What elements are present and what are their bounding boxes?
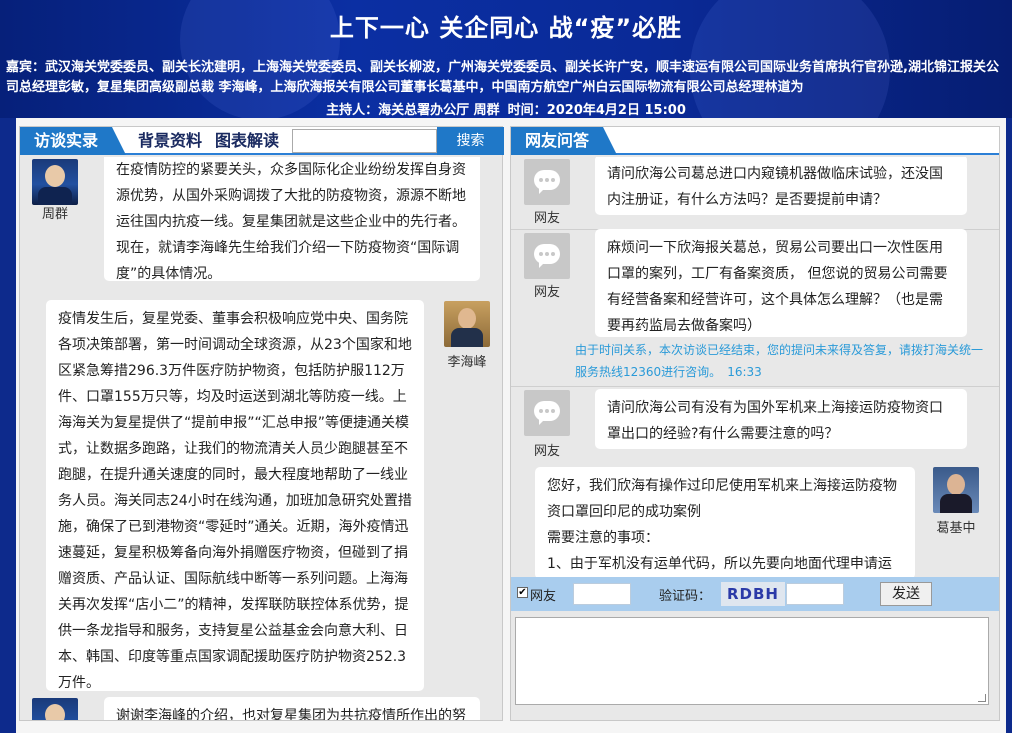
time-label: 时间：: [507, 103, 547, 118]
chat-bubble-icon: [534, 244, 560, 268]
captcha-label: 验证码：: [659, 589, 712, 604]
tab-netizen-qa[interactable]: 网友问答: [511, 127, 618, 155]
guest-avatar: [933, 467, 979, 513]
search-input[interactable]: [292, 129, 437, 153]
chat-bubble-icon: [534, 401, 560, 425]
host-name: 海关总署办公厅 周群: [378, 103, 500, 118]
send-button[interactable]: 发送: [880, 582, 932, 606]
speaker-name: 网友: [533, 444, 560, 459]
qa-panel: 网友问答 网友 请问欣海公司葛总进口内窥镜机器做临床试验，还没国内注册证，有什么…: [510, 126, 1000, 721]
question-bubble: 麻烦问一下欣海报关葛总，贸易公司要出口一次性医用口罩的案列，工厂有备案资质， 但…: [595, 229, 967, 337]
chat-bubble-icon: [534, 170, 560, 194]
message-bubble: 谢谢李海峰的介绍，也对复星集团为共抗疫情所作出的努力表示衷心的感谢。我们知道，在…: [104, 697, 480, 720]
time-value: 2020年4月2日 15:00: [546, 103, 686, 118]
speaker-name: 网友: [533, 211, 560, 226]
transcript-scroll-area[interactable]: 周群 在疫情防控的紧要关头，众多国际化企业纷纷发挥自身资源优势，从国外采购调拨了…: [20, 157, 502, 720]
netizen-avatar: [524, 159, 570, 205]
netizen-checkbox-label: 网友: [530, 589, 557, 604]
speaker-name: 李海峰: [447, 355, 487, 370]
speaker-name: 网友: [533, 285, 560, 300]
netizen-checkbox[interactable]: ✔: [517, 587, 528, 598]
host-avatar: [32, 159, 78, 205]
message-bubble: 在疫情防控的紧要关头，众多国际化企业纷纷发挥自身资源优势，从国外采购调拨了大批的…: [104, 157, 480, 281]
guest-avatar: [444, 301, 490, 347]
header-banner: 上下一心 关企同心 战“疫”必胜 嘉宾：武汉海关党委委员、副关长沈建明，上海海关…: [0, 0, 1012, 118]
resize-grip-icon[interactable]: [978, 694, 986, 702]
question-bubble: 请问欣海公司有没有为国外军机来上海接运防疫物资口罩出口的经验?有什么需要注意的吗…: [595, 389, 967, 449]
question-textarea[interactable]: [515, 617, 989, 705]
tab-interview-transcript[interactable]: 访谈实录: [20, 127, 127, 155]
interview-tab-bar: 访谈实录 背景资料 图表解读 搜索: [20, 127, 504, 155]
speaker-name: 周群: [41, 207, 68, 222]
guests-label: 嘉宾：: [6, 60, 46, 75]
question-bubble: 请问欣海公司葛总进口内窥镜机器做临床试验，还没国内注册证，有什么方法吗？是否要提…: [595, 157, 967, 215]
guest-list: 嘉宾：武汉海关党委委员、副关长沈建明，上海海关党委委员、副关长柳波，广州海关党委…: [6, 58, 1006, 98]
search-button[interactable]: 搜索: [437, 127, 504, 155]
netizen-avatar: [524, 233, 570, 279]
captcha-input[interactable]: [786, 583, 844, 605]
interview-panel: 访谈实录 背景资料 图表解读 搜索 周群 在疫情防控的紧要关头，众多国际化企业纷…: [19, 126, 504, 721]
question-form-bar: ✔ 网友 验证码： RDBH 发送: [511, 577, 999, 611]
main-content: 访谈实录 背景资料 图表解读 搜索 周群 在疫情防控的紧要关头，众多国际化企业纷…: [16, 118, 1006, 733]
system-notice-text: 由于时间关系，本次访谈已经结束，您的提问未来得及答复，请拨打海关统一服务热线12…: [575, 343, 984, 379]
message-bubble: 疫情发生后，复星党委、董事会积极响应党中央、国务院各项决策部署，第一时间调动全球…: [46, 300, 424, 691]
page-title: 上下一心 关企同心 战“疫”必胜: [329, 14, 683, 42]
host-label: 主持人：: [326, 103, 379, 118]
tab-background-info[interactable]: 背景资料: [138, 127, 202, 155]
host-line: 主持人：海关总署办公厅 周群 时间：2020年4月2日 15:00: [0, 99, 1012, 118]
nickname-input[interactable]: [573, 583, 631, 605]
netizen-avatar: [524, 390, 570, 436]
host-avatar: [32, 698, 78, 720]
tab-chart-interpretation[interactable]: 图表解读: [215, 127, 279, 155]
system-notice-time: 16:33: [727, 365, 762, 379]
guests-text: 武汉海关党委委员、副关长沈建明，上海海关党委委员、副关长柳波，广州海关党委委员、…: [6, 60, 999, 95]
captcha-image[interactable]: RDBH: [721, 582, 785, 606]
system-notice: 由于时间关系，本次访谈已经结束，您的提问未来得及答复，请拨打海关统一服务热线12…: [575, 339, 983, 383]
answer-bubble: 您好，我们欣海有操作过印尼使用军机来上海接运防疫物资口罩回印尼的成功案例 需要注…: [535, 467, 915, 579]
qa-tab-bar: 网友问答: [511, 127, 999, 155]
speaker-name: 葛基中: [936, 521, 976, 536]
divider: [511, 386, 999, 387]
